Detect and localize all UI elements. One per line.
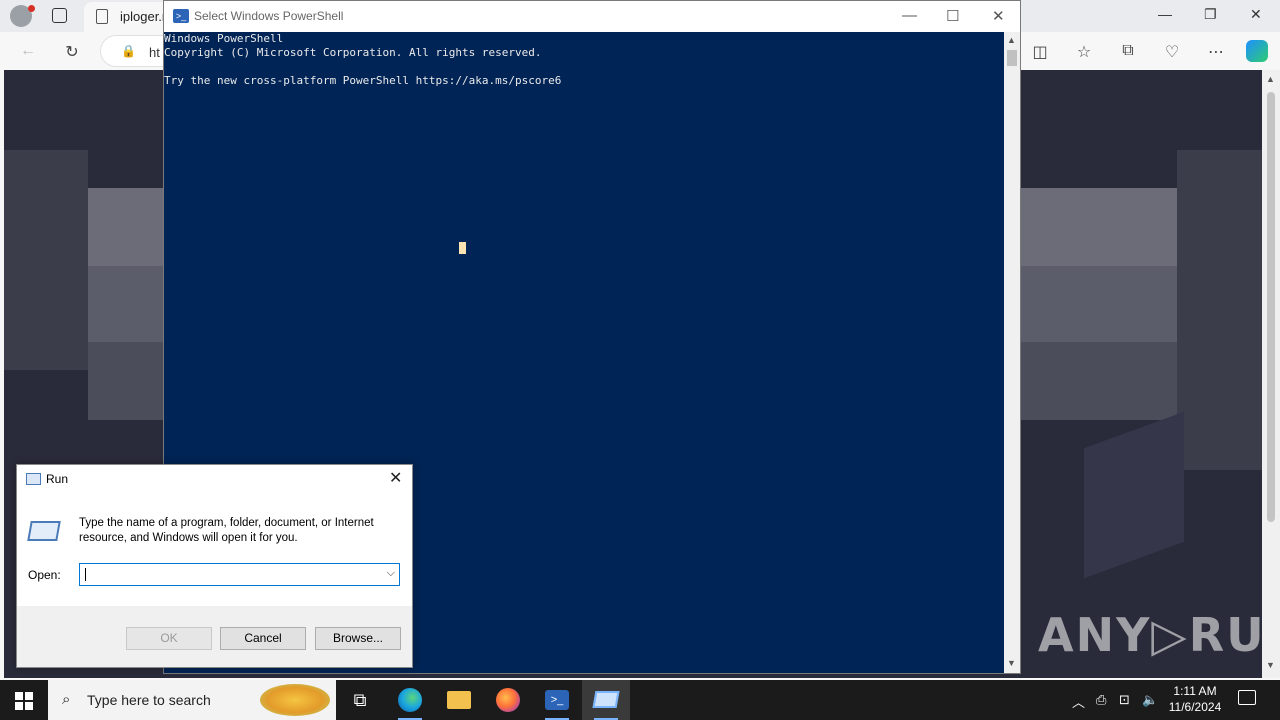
task-view-button[interactable]: ⧉ — [336, 680, 384, 720]
show-hidden-icons[interactable]: ︿ — [1072, 692, 1085, 711]
run-taskbar-button[interactable] — [582, 680, 630, 720]
run-program-icon — [27, 521, 61, 541]
volume-icon[interactable]: 🔈 — [1142, 692, 1158, 708]
console-line: Copyright (C) Microsoft Corporation. All… — [164, 46, 542, 59]
run-footer: OK Cancel Browse... — [17, 606, 412, 667]
minimize-icon[interactable]: — — [902, 7, 917, 24]
device-icon[interactable]: ⎙ — [1096, 692, 1106, 708]
taskbar-search[interactable]: ⌕ Type here to search — [48, 680, 336, 720]
console-line: Try the new cross-platform PowerShell ht… — [164, 74, 562, 87]
clock-date: 11/6/2024 — [1168, 700, 1222, 714]
firefox-button[interactable] — [484, 680, 532, 720]
tab-actions-icon[interactable] — [52, 8, 67, 23]
open-label: Open: — [28, 568, 61, 582]
powershell-taskbar-button[interactable]: >_ — [533, 680, 581, 720]
page-icon — [96, 9, 108, 24]
folder-icon — [447, 691, 471, 709]
page-scrollbar[interactable]: ▲ ▼ — [1262, 70, 1280, 678]
console-line: Windows PowerShell — [164, 32, 284, 45]
profile-notification-dot — [28, 5, 35, 12]
chevron-down-icon[interactable]: ⌵ — [387, 567, 395, 580]
favorites-icon[interactable]: ☆ — [1074, 42, 1094, 62]
lock-icon: 🔒 — [121, 44, 136, 58]
console-cursor — [459, 242, 466, 254]
open-input[interactable]: ⌵ — [79, 563, 400, 586]
scroll-down-icon[interactable]: ▼ — [1266, 660, 1275, 670]
anyrun-watermark: ANY▷RUN — [1038, 608, 1280, 662]
address-text: ht — [149, 45, 160, 60]
run-dialog: Run ✕ Type the name of a program, folder… — [16, 464, 413, 668]
scroll-thumb[interactable] — [1267, 92, 1275, 522]
text-caret — [85, 568, 86, 581]
powershell-icon: >_ — [173, 9, 189, 23]
browser-essentials-icon[interactable]: ♡ — [1162, 42, 1182, 62]
run-title: Run — [46, 472, 69, 486]
close-icon[interactable]: ✕ — [992, 7, 1005, 25]
firefox-icon — [496, 688, 520, 712]
restore-icon[interactable]: ❐ — [1204, 6, 1217, 23]
more-menu-icon[interactable]: ⋯ — [1206, 42, 1226, 62]
browse-button[interactable]: Browse... — [315, 627, 401, 650]
search-placeholder: Type here to search — [87, 692, 211, 708]
maximize-icon[interactable]: ☐ — [946, 7, 959, 25]
network-icon[interactable]: ⊡ — [1119, 692, 1130, 708]
close-icon[interactable]: ✕ — [389, 468, 402, 488]
taskbar-clock[interactable]: 1:11 AM 11/6/2024 — [1160, 683, 1230, 715]
powershell-icon: >_ — [545, 690, 569, 710]
ok-button[interactable]: OK — [126, 627, 212, 650]
start-button[interactable] — [15, 692, 33, 710]
scroll-down-icon[interactable]: ▼ — [1007, 658, 1016, 668]
close-icon[interactable]: ✕ — [1250, 6, 1262, 23]
search-icon: ⌕ — [62, 691, 71, 708]
refresh-icon[interactable]: ↻ — [62, 42, 82, 62]
collections-icon[interactable]: ⧉ — [1118, 42, 1138, 60]
scroll-up-icon[interactable]: ▲ — [1266, 74, 1275, 84]
cancel-button[interactable]: Cancel — [220, 627, 306, 650]
run-description: Type the name of a program, folder, docu… — [79, 517, 374, 544]
console-scrollbar[interactable]: ▲ ▼ — [1004, 32, 1020, 673]
file-explorer-button[interactable] — [435, 680, 483, 720]
copilot-icon[interactable] — [1246, 40, 1268, 62]
task-view-icon: ⧉ — [353, 690, 367, 710]
run-icon — [26, 473, 41, 485]
powershell-titlebar[interactable]: >_ Select Windows PowerShell — ☐ ✕ — [164, 1, 1020, 32]
scroll-up-icon[interactable]: ▲ — [1007, 35, 1016, 45]
back-icon[interactable]: ← — [18, 42, 38, 60]
minimize-icon[interactable]: — — [1158, 6, 1172, 22]
run-icon — [592, 691, 620, 708]
powershell-title: Select Windows PowerShell — [194, 9, 344, 23]
clock-time: 1:11 AM — [1173, 684, 1217, 698]
taskbar: ⌕ Type here to search ⧉ >_ ︿ ⎙ ⊡ 🔈 1:11 … — [0, 680, 1280, 720]
notifications-icon[interactable] — [1238, 690, 1256, 705]
edge-taskbar-button[interactable] — [386, 680, 434, 720]
search-highlight-image — [260, 684, 330, 716]
scroll-thumb[interactable] — [1007, 50, 1017, 66]
split-screen-icon[interactable]: ◫ — [1030, 42, 1050, 62]
run-titlebar[interactable]: Run ✕ — [17, 465, 412, 493]
edge-icon — [398, 688, 422, 712]
